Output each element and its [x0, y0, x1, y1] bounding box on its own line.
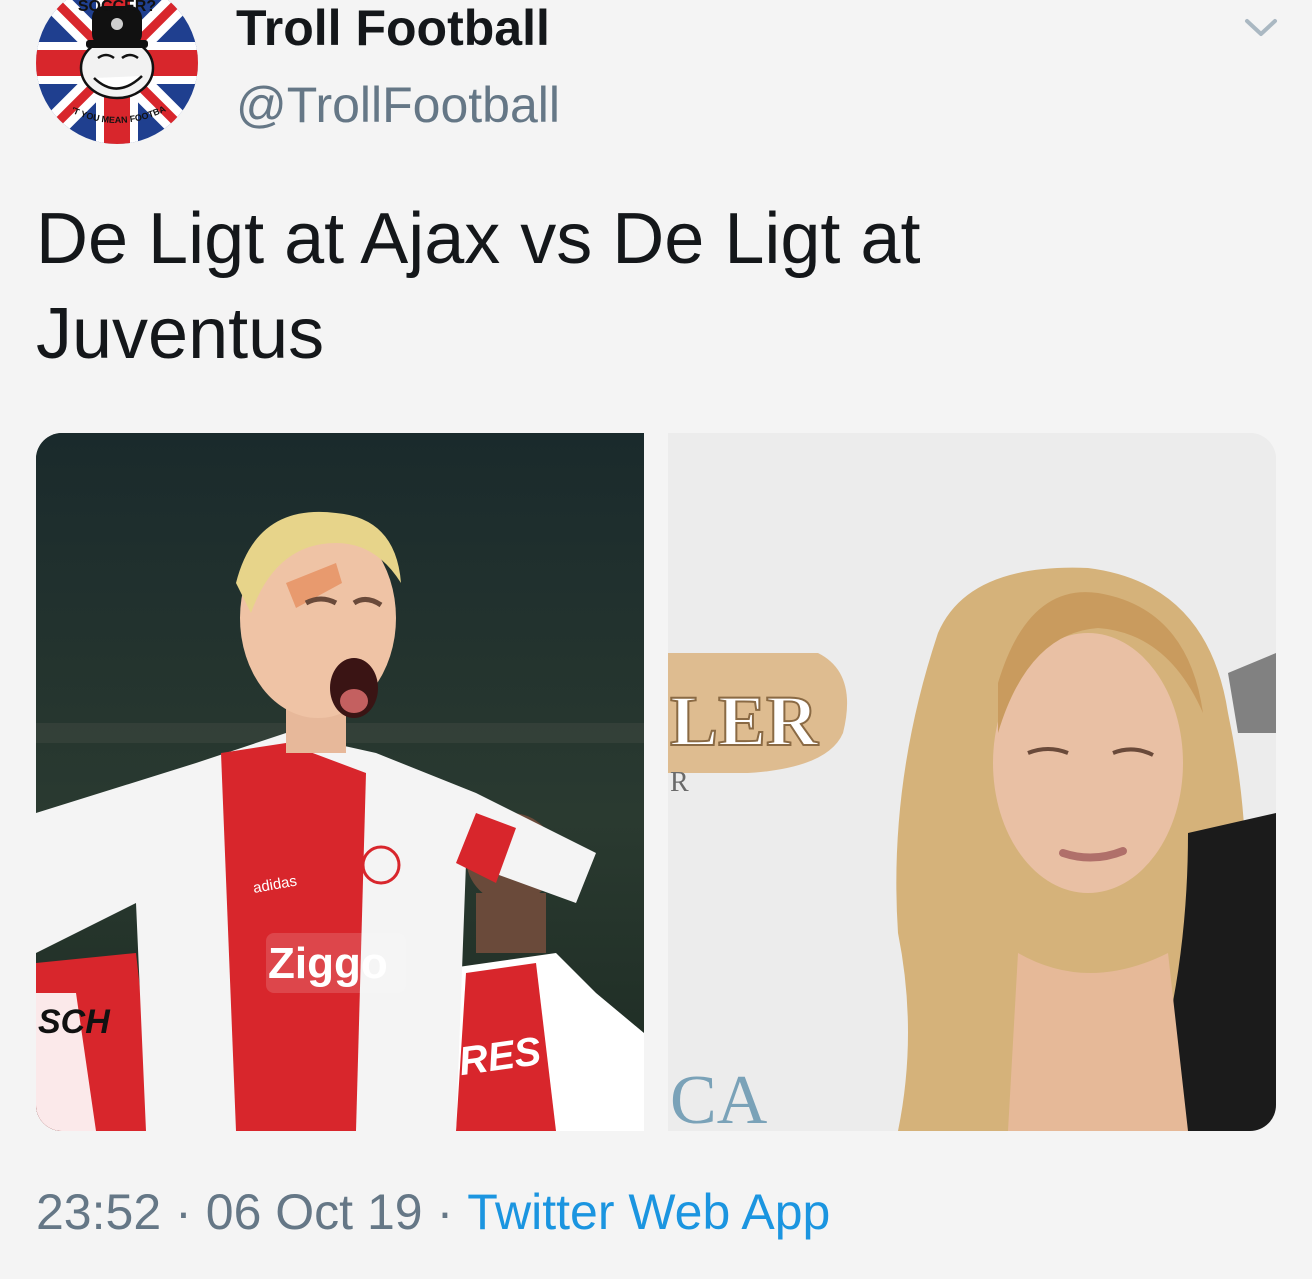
troll-face-union-jack-avatar-icon: SOCCER? DON'T YOU MEAN FOOTBALL? — [36, 0, 198, 144]
jersey-sponsor-text: Ziggo — [268, 939, 388, 988]
meta-separator: · — [436, 1184, 454, 1240]
more-options-button[interactable] — [1240, 12, 1282, 42]
media-right-photo[interactable]: LER R CA — [668, 433, 1276, 1131]
jersey-text-sch: SCH — [38, 1003, 111, 1041]
tweet-card: SOCCER? DON'T YOU MEAN FOOTBALL? Troll F… — [0, 0, 1312, 1279]
football-player-image: SCH NERES Ziggo adidas — [36, 433, 644, 1131]
backdrop-logo-text: LER — [670, 681, 819, 761]
account-handle[interactable]: @TrollFootball — [236, 76, 560, 134]
backdrop-bottom-text: CA — [670, 1062, 768, 1131]
tweet-meta: 23:52 · 06 Oct 19 · Twitter Web App — [36, 1180, 830, 1244]
media-grid: SCH NERES Ziggo adidas LER R CA — [36, 433, 1276, 1131]
tweet-date[interactable]: 06 Oct 19 — [206, 1184, 423, 1240]
backdrop-small-text: R — [670, 767, 689, 798]
avatar[interactable]: SOCCER? DON'T YOU MEAN FOOTBALL? — [36, 0, 198, 144]
media-left-photo[interactable]: SCH NERES Ziggo adidas — [36, 433, 644, 1131]
tweet-time[interactable]: 23:52 — [36, 1184, 161, 1240]
display-name[interactable]: Troll Football — [236, 0, 550, 56]
chevron-down-icon — [1245, 19, 1277, 36]
tweet-source-link[interactable]: Twitter Web App — [467, 1184, 830, 1240]
meta-separator: · — [175, 1184, 192, 1240]
avatar-top-text: SOCCER? — [78, 0, 156, 15]
tweet-text: De Ligt at Ajax vs De Ligt at Juventus — [36, 199, 921, 374]
woman-portrait-image: LER R CA — [668, 433, 1276, 1131]
